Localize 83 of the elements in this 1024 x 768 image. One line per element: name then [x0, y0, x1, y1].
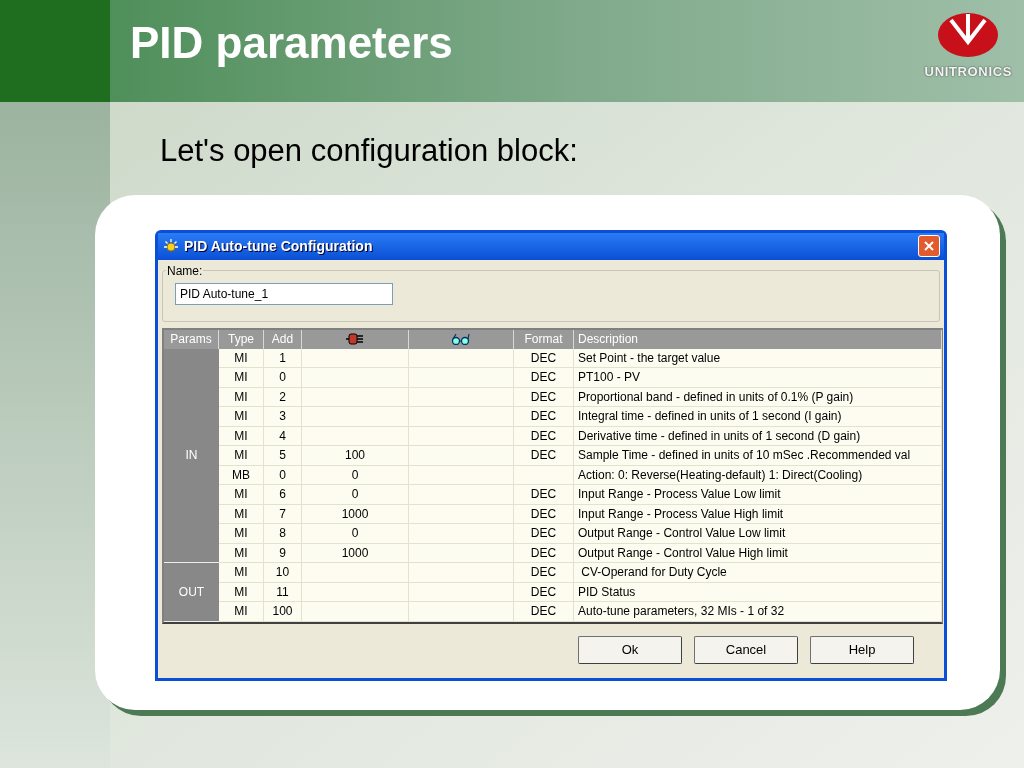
dialog-button[interactable]: Help [810, 635, 914, 664]
table-cell: 2 [264, 387, 302, 407]
table-cell: 8 [264, 524, 302, 544]
table-cell: 10 [264, 563, 302, 583]
column-header: Params [164, 329, 219, 349]
table-cell: MI [219, 563, 264, 583]
table-cell: MB [219, 465, 264, 485]
table-cell: DEC [514, 504, 574, 524]
table-cell: Output Range - Control Value High limit [574, 543, 942, 563]
table-cell: DEC [514, 485, 574, 505]
close-button[interactable] [918, 235, 940, 257]
table-cell: Auto-tune parameters, 32 MIs - 1 of 32 [574, 602, 942, 622]
table-cell: 3 [264, 407, 302, 427]
table-cell: MI [219, 524, 264, 544]
table-cell: Integral time - defined in units of 1 second (I gain) [574, 407, 942, 427]
logo-text: UNITRONICS [924, 63, 1012, 82]
table-cell: MI [219, 446, 264, 466]
table-cell: Output Range - Control Value Low limit [574, 524, 942, 544]
column-header: Add [264, 329, 302, 349]
table-cell: DEC [514, 348, 574, 368]
table-cell: PT100 - PV [574, 368, 942, 388]
table-cell [514, 465, 574, 485]
table-cell: MI [219, 504, 264, 524]
table-cell: 100 [302, 446, 409, 466]
table-cell: 100 [264, 602, 302, 622]
table-cell: DEC [514, 602, 574, 622]
dialog-button[interactable]: Ok [578, 635, 682, 664]
table-cell: MI [219, 543, 264, 563]
table-cell: MI [219, 407, 264, 427]
table-cell: DEC [514, 387, 574, 407]
table-cell: 6 [264, 485, 302, 505]
table-cell: 1000 [302, 504, 409, 524]
table-cell: MI [219, 602, 264, 622]
table-cell: 5 [264, 446, 302, 466]
table-cell: Set Point - the target value [574, 348, 942, 368]
table-cell: Sample Time - defined in units of 10 mSec .Recommended val [574, 446, 942, 466]
table-cell: 1000 [302, 543, 409, 563]
table-cell: DEC [514, 563, 574, 583]
table-cell: MI [219, 348, 264, 368]
table-cell: DEC [514, 407, 574, 427]
table-cell: DEC [514, 446, 574, 466]
table-cell: DEC [514, 426, 574, 446]
column-header: Format [514, 329, 574, 349]
table-cell: MI [219, 387, 264, 407]
table-cell: DEC [514, 582, 574, 602]
table-cell: MI [219, 582, 264, 602]
table-cell: 11 [264, 582, 302, 602]
table-cell: MI [219, 485, 264, 505]
window-title: PID Auto-tune Configuration [184, 236, 373, 256]
dialog-button[interactable]: Cancel [694, 635, 798, 664]
table-cell: 9 [264, 543, 302, 563]
glasses-icon [451, 333, 471, 345]
table-cell: Action: 0: Reverse(Heating-default) 1: Direct(Cooling) [574, 465, 942, 485]
table-cell: Derivative time - defined in units of 1 second (D gain) [574, 426, 942, 446]
table-cell: Input Range - Process Value Low limit [574, 485, 942, 505]
plug-icon [346, 333, 364, 345]
table-cell: 0 [302, 524, 409, 544]
table-cell: DEC [514, 524, 574, 544]
table-cell: 0 [264, 465, 302, 485]
params-group-cell: IN [164, 348, 219, 563]
column-header: Description [574, 329, 942, 349]
table-cell: PID Status [574, 582, 942, 602]
table-cell: MI [219, 368, 264, 388]
close-icon [924, 241, 934, 251]
table-cell: Input Range - Process Value High limit [574, 504, 942, 524]
logo-emblem-icon [937, 12, 1000, 59]
table-cell: 0 [264, 368, 302, 388]
table-cell: Proportional band - defined in units of 0.1% (P gain) [574, 387, 942, 407]
table-cell: DEC [514, 368, 574, 388]
column-header: Type [219, 329, 264, 349]
name-field[interactable]: PID Auto-tune_1 [175, 282, 393, 305]
table-cell: 1 [264, 348, 302, 368]
table-cell: 0 [302, 485, 409, 505]
sun-icon [162, 238, 180, 254]
table-cell: 0 [302, 465, 409, 485]
table-cell: DEC [514, 543, 574, 563]
table-cell: MI [219, 426, 264, 446]
slide-title: PID parameters [130, 17, 453, 69]
table-cell: 7 [264, 504, 302, 524]
table-cell: 4 [264, 426, 302, 446]
slide-subtitle: Let's open configuration block: [160, 132, 579, 170]
table-cell: CV-Operand for Duty Cycle [574, 563, 942, 583]
params-group-cell: OUT [164, 563, 219, 622]
